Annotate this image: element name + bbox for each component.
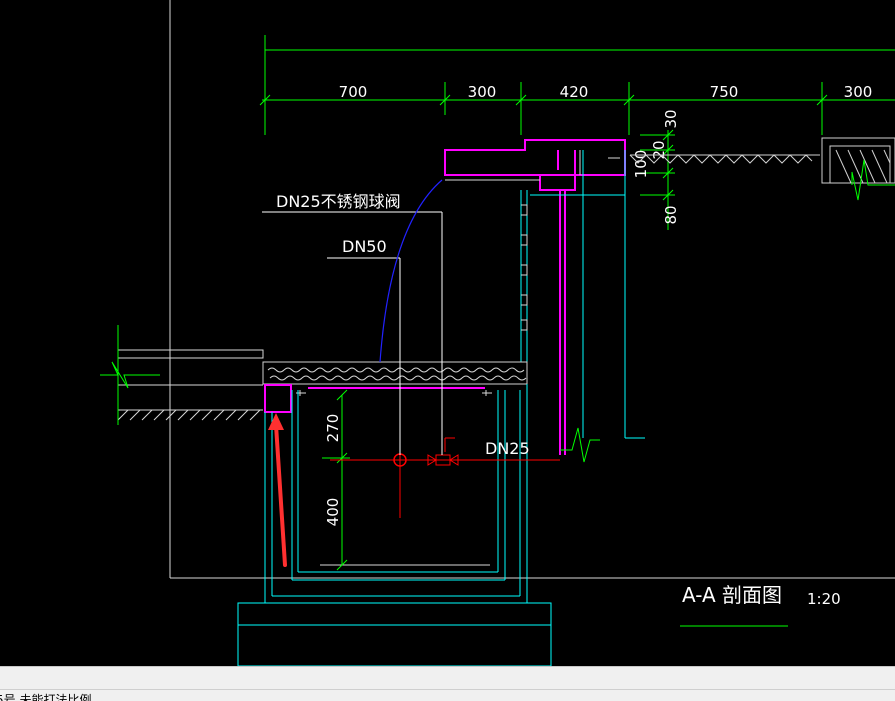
valve-label: DN25不锈钢球阀: [276, 192, 401, 211]
section-title: A-A 剖面图: [682, 583, 782, 607]
wall-notches: [521, 204, 528, 331]
dim-80: 80: [662, 205, 680, 224]
cad-viewport[interactable]: 700 300 420 750 300 30 20 100 80 270 400…: [0, 0, 895, 666]
gravel-bed: [262, 361, 528, 385]
dim-100: 100: [632, 150, 650, 179]
grate-clips: [296, 390, 492, 396]
dim-400: 400: [324, 498, 342, 527]
section-scale: 1:20: [807, 590, 841, 608]
dn50-label: DN50: [342, 237, 387, 256]
section-drawing[interactable]: 700 300 420 750 300 30 20 100 80 270 400…: [0, 0, 895, 666]
dim-300-a: 300: [468, 83, 497, 101]
dim-750: 750: [710, 83, 739, 101]
right-ground-hatch: [629, 137, 895, 184]
right-retaining-wall: [520, 150, 645, 439]
command-separator: [0, 689, 895, 690]
dn25-label: DN25: [485, 439, 530, 458]
dim-300-b: 300: [844, 83, 873, 101]
dim-30: 30: [662, 109, 680, 128]
coping-stone: [444, 139, 626, 455]
drain-box: [264, 384, 292, 413]
dim-20: 20: [650, 140, 668, 159]
command-line-bar[interactable]: 5号 未能打法比例: [0, 666, 895, 701]
dim-270: 270: [324, 414, 342, 443]
dim-700: 700: [339, 83, 368, 101]
basin-walls: [237, 384, 552, 666]
annotation-arrow: [268, 413, 287, 567]
dim-420: 420: [560, 83, 589, 101]
left-ground: [117, 349, 264, 421]
